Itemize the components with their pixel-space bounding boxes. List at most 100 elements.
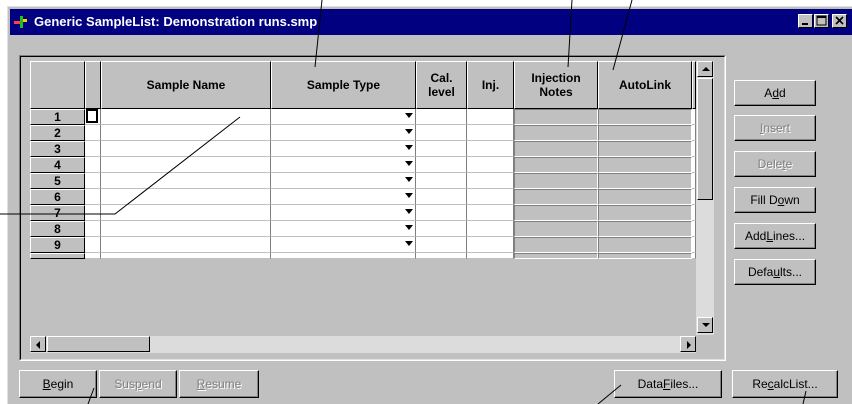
cell-injection-notes[interactable]	[514, 221, 598, 237]
cell-autolink[interactable]	[598, 125, 692, 141]
horizontal-scroll-thumb[interactable]	[47, 336, 150, 352]
cell-injection-notes[interactable]	[514, 189, 598, 205]
cell-autolink[interactable]	[598, 189, 692, 205]
cell-sample-type[interactable]	[271, 205, 416, 221]
cell-autolink[interactable]	[598, 109, 692, 125]
column-header-inj[interactable]: Inj.	[467, 61, 514, 109]
cell-sample-name[interactable]	[101, 109, 271, 125]
cell-sample-name[interactable]	[101, 125, 271, 141]
cell-injection-notes[interactable]	[514, 141, 598, 157]
dropdown-arrow-icon[interactable]	[405, 241, 413, 246]
cell-autolink[interactable]	[598, 157, 692, 173]
row-number-header[interactable]: 4	[30, 157, 85, 173]
row-number-header[interactable]: 2	[30, 125, 85, 141]
defaults-button[interactable]: Defa u lts...	[734, 259, 816, 285]
cell-injection-notes[interactable]	[514, 109, 598, 125]
row-marker-cell[interactable]	[85, 141, 101, 157]
cell-sample-name[interactable]	[101, 157, 271, 173]
scroll-up-button[interactable]	[697, 61, 713, 77]
cell-sample-type[interactable]	[271, 173, 416, 189]
data-files-button[interactable]: Data Files...	[614, 370, 722, 398]
row-marker-cell[interactable]	[85, 221, 101, 237]
cell-inj[interactable]	[467, 157, 514, 173]
dropdown-arrow-icon[interactable]	[405, 209, 413, 214]
insert-button[interactable]: Insert	[734, 115, 816, 141]
cell-autolink[interactable]	[598, 237, 692, 253]
row-marker-cell[interactable]	[85, 125, 101, 141]
cell-inj[interactable]	[467, 109, 514, 125]
cell-cal-level[interactable]	[416, 221, 467, 237]
dropdown-arrow-icon[interactable]	[405, 145, 413, 150]
cell-sample-name[interactable]	[101, 205, 271, 221]
add-lines-button[interactable]: Add Lines...	[734, 223, 816, 249]
cell-injection-notes[interactable]	[514, 125, 598, 141]
cell-inj[interactable]	[467, 141, 514, 157]
cell-sample-name[interactable]	[101, 237, 271, 253]
dropdown-arrow-icon[interactable]	[405, 225, 413, 230]
row-number-header[interactable]: 5	[30, 173, 85, 189]
cell-injection-notes[interactable]	[514, 237, 598, 253]
cell-sample-name[interactable]	[101, 141, 271, 157]
samplelist-app-icon[interactable]	[14, 15, 28, 29]
begin-button[interactable]: Begin	[19, 370, 97, 398]
cell-sample-type[interactable]	[271, 125, 416, 141]
cell-sample-type[interactable]	[271, 109, 416, 125]
cell-cal-level[interactable]	[416, 141, 467, 157]
row-marker-cell[interactable]	[85, 109, 101, 125]
cell-injection-notes[interactable]	[514, 157, 598, 173]
dropdown-arrow-icon[interactable]	[405, 193, 413, 198]
cell-autolink[interactable]	[598, 205, 692, 221]
row-number-header[interactable]: 9	[30, 237, 85, 253]
row-number-header[interactable]: 1	[30, 109, 85, 125]
cell-cal-level[interactable]	[416, 157, 467, 173]
suspend-button[interactable]: Sus p end	[99, 370, 177, 398]
column-header-autolink[interactable]: AutoLink	[598, 61, 692, 109]
cell-cal-level[interactable]	[416, 125, 467, 141]
scroll-right-button[interactable]	[680, 336, 696, 352]
cell-inj[interactable]	[467, 189, 514, 205]
cell-sample-type[interactable]	[271, 237, 416, 253]
cell-inj[interactable]	[467, 125, 514, 141]
cell-sample-name[interactable]	[101, 173, 271, 189]
cell-cal-level[interactable]	[416, 109, 467, 125]
delete-button[interactable]: Dele t e	[734, 151, 816, 177]
cell-sample-type[interactable]	[271, 157, 416, 173]
cell-autolink[interactable]	[598, 141, 692, 157]
column-header-cal-level[interactable]: Cal. level	[416, 61, 467, 109]
row-marker-cell[interactable]	[85, 173, 101, 189]
maximize-button[interactable]	[814, 14, 829, 28]
cell-cal-level[interactable]	[416, 189, 467, 205]
cell-sample-name[interactable]	[101, 189, 271, 205]
row-marker-cell[interactable]	[85, 237, 101, 253]
cell-inj[interactable]	[467, 205, 514, 221]
cell-sample-type[interactable]	[271, 189, 416, 205]
cell-inj[interactable]	[467, 221, 514, 237]
row-number-header[interactable]: 6	[30, 189, 85, 205]
cell-inj[interactable]	[467, 173, 514, 189]
cell-autolink[interactable]	[598, 173, 692, 189]
row-number-header[interactable]: 3	[30, 141, 85, 157]
row-marker-cell[interactable]	[85, 189, 101, 205]
column-header-sample-name[interactable]: Sample Name	[101, 61, 271, 109]
cell-sample-name[interactable]	[101, 221, 271, 237]
cell-cal-level[interactable]	[416, 205, 467, 221]
vertical-scroll-thumb[interactable]	[697, 78, 713, 200]
recalc-list-button[interactable]: Re c alcList...	[732, 370, 838, 398]
add-button[interactable]: Add	[734, 80, 816, 106]
cell-injection-notes[interactable]	[514, 205, 598, 221]
dropdown-arrow-icon[interactable]	[405, 177, 413, 182]
column-header-injection-notes[interactable]: Injection Notes	[514, 61, 598, 109]
resume-button[interactable]: Resume	[179, 370, 259, 398]
vertical-scrollbar[interactable]	[696, 61, 714, 335]
row-marker-cell[interactable]	[85, 205, 101, 221]
cell-sample-type[interactable]	[271, 221, 416, 237]
scroll-left-button[interactable]	[30, 336, 46, 352]
close-button[interactable]	[832, 14, 847, 28]
row-number-header[interactable]: 8	[30, 221, 85, 237]
dropdown-arrow-icon[interactable]	[405, 129, 413, 134]
dropdown-arrow-icon[interactable]	[405, 113, 413, 118]
cell-cal-level[interactable]	[416, 173, 467, 189]
cell-cal-level[interactable]	[416, 237, 467, 253]
dropdown-arrow-icon[interactable]	[405, 161, 413, 166]
row-number-header[interactable]: 7	[30, 205, 85, 221]
